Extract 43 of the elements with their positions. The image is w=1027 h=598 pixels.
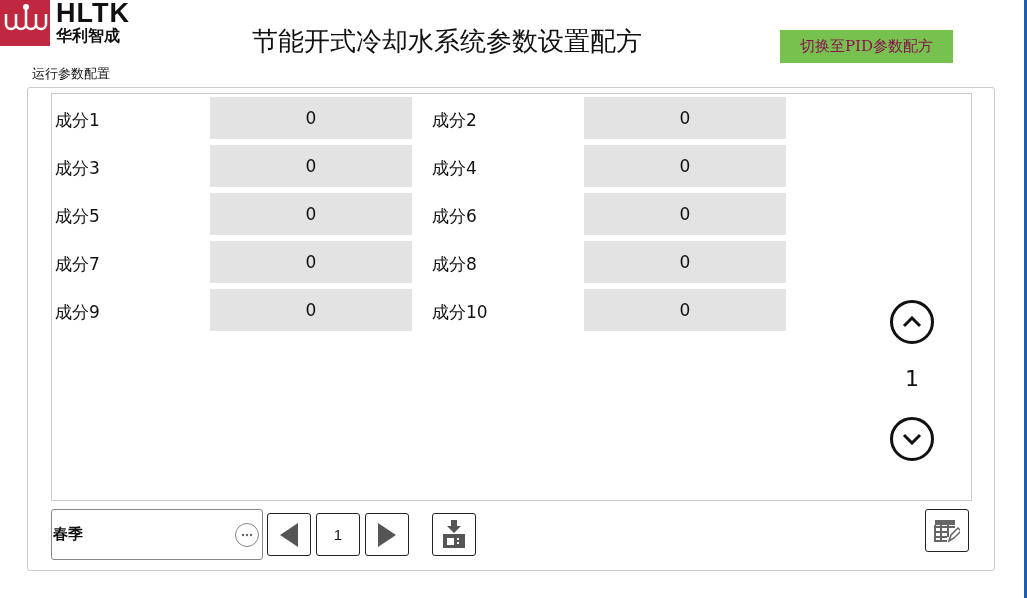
right-triangle-icon xyxy=(376,521,398,548)
param-value-field[interactable]: 0 xyxy=(210,193,412,235)
chevron-up-icon xyxy=(902,316,922,328)
param-label: 成分8 xyxy=(432,252,478,276)
param-value-field[interactable]: 0 xyxy=(584,241,786,283)
param-label: 成分7 xyxy=(55,252,101,276)
param-value-field[interactable]: 0 xyxy=(210,241,412,283)
more-button[interactable] xyxy=(235,522,259,547)
table-edit-button[interactable] xyxy=(925,509,969,552)
ellipsis-icon xyxy=(241,532,253,537)
param-label: 成分2 xyxy=(432,108,478,132)
logo-icon xyxy=(0,0,50,46)
param-label: 成分4 xyxy=(432,156,478,180)
param-value-field[interactable]: 0 xyxy=(584,289,786,331)
param-label: 成分1 xyxy=(55,108,101,132)
table-edit-icon xyxy=(934,518,960,543)
page-field[interactable]: 1 xyxy=(316,513,360,556)
scroll-down-button[interactable] xyxy=(890,417,934,461)
param-label: 成分10 xyxy=(432,300,489,324)
brand-name: HLTK xyxy=(56,0,130,26)
page-title: 节能开式冷却水系统参数设置配方 xyxy=(252,25,643,58)
next-button[interactable] xyxy=(365,513,409,556)
param-label: 成分9 xyxy=(55,300,101,324)
recipe-select[interactable]: 春季 xyxy=(51,509,263,560)
section-label: 运行参数配置 xyxy=(32,65,111,83)
scroll-up-button[interactable] xyxy=(890,300,934,344)
brand-subtitle: 华利智成 xyxy=(56,26,121,46)
switch-recipe-button[interactable]: 切换至PID参数配方 xyxy=(780,30,953,63)
previous-button[interactable] xyxy=(267,513,311,556)
param-value-field[interactable]: 0 xyxy=(210,145,412,187)
param-value-field[interactable]: 0 xyxy=(584,97,786,139)
left-triangle-icon xyxy=(278,521,300,548)
param-label: 成分5 xyxy=(55,204,101,228)
page-number: 1 xyxy=(905,366,919,391)
param-value-field[interactable]: 0 xyxy=(210,97,412,139)
param-label: 成分3 xyxy=(55,156,101,180)
param-label: 成分6 xyxy=(432,204,478,228)
download-button[interactable] xyxy=(432,513,476,556)
param-value-field[interactable]: 0 xyxy=(584,145,786,187)
download-icon xyxy=(442,519,466,550)
chevron-down-icon xyxy=(902,433,922,445)
param-value-field[interactable]: 0 xyxy=(210,289,412,331)
param-value-field[interactable]: 0 xyxy=(584,193,786,235)
